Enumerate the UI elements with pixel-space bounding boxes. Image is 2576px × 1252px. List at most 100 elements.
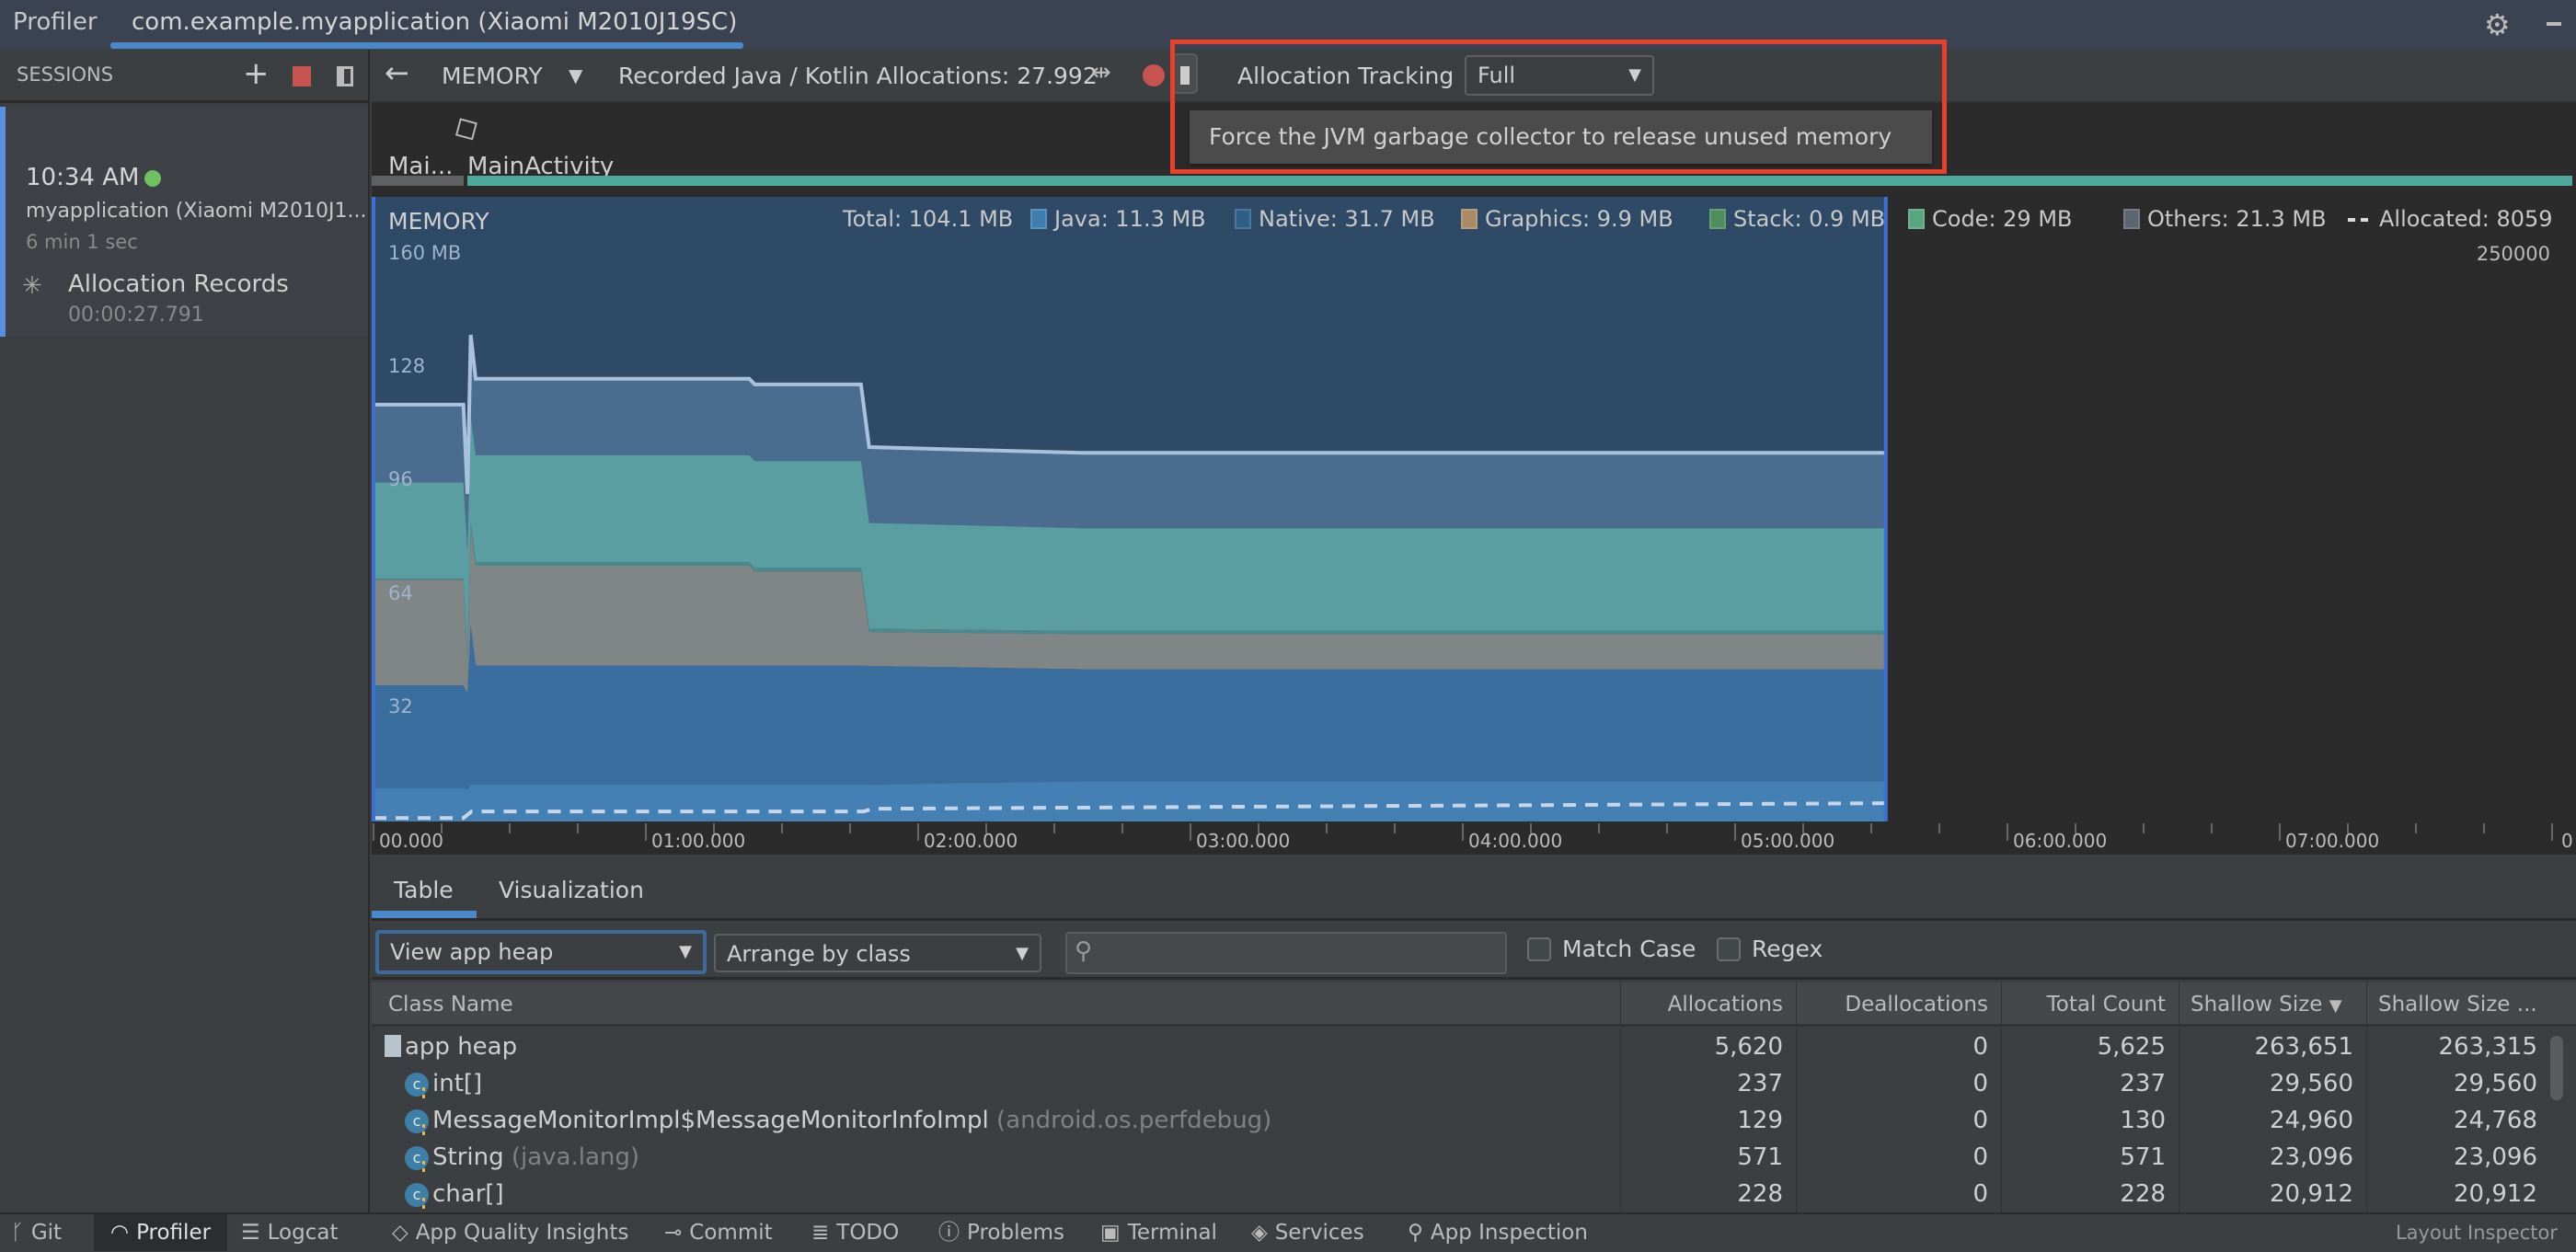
sort-desc-icon: ▼ <box>2329 996 2342 1016</box>
search-field[interactable] <box>1104 937 1500 969</box>
legend-swatch <box>1235 209 1251 229</box>
cell-shallow-size-2: 23,096 <box>2366 1139 2550 1176</box>
minimize-icon[interactable] <box>2547 22 2561 26</box>
cell-deallocations: 0 <box>1796 1065 2001 1102</box>
cell-deallocations: 0 <box>1796 1176 2001 1212</box>
chevron-down-icon[interactable]: ▼ <box>569 64 582 86</box>
tool-window-bar: Layout Inspector ᚴ Git ◠ Profiler ☰ Logcat ◇ Ap… <box>0 1212 2576 1252</box>
git-branch-icon: ᚴ <box>11 1221 24 1245</box>
activity-bar-main[interactable] <box>467 176 2572 186</box>
x-tick-label: 03:00.000 <box>1196 830 1291 852</box>
active-tab-indicator <box>372 911 477 918</box>
tool-window-logcat[interactable]: ☰ Logcat <box>241 1214 338 1251</box>
col-deallocations[interactable]: Deallocations <box>1796 982 2001 1027</box>
problems-icon: ⓘ <box>938 1221 960 1245</box>
class-icon: c <box>405 1108 429 1135</box>
chevron-down-icon: ▼ <box>1016 944 1029 963</box>
record-icon[interactable] <box>1143 64 1165 86</box>
layout-inspector[interactable]: Layout Inspector <box>2396 1214 2558 1251</box>
add-session-icon[interactable]: + <box>243 55 270 92</box>
tool-window-git[interactable]: ᚴ Git <box>11 1214 62 1251</box>
arrange-select[interactable]: Arrange by class ▼ <box>714 934 1041 972</box>
class-table[interactable]: app heap 5,620 0 5,625 263,651 263,315 c i… <box>372 1028 2576 1212</box>
highlight-box <box>1170 40 1947 174</box>
match-case-checkbox[interactable]: Match Case <box>1527 936 1696 962</box>
col-class-name[interactable]: Class Name <box>388 982 513 1027</box>
active-tab-indicator <box>110 42 743 49</box>
activity-bar-previous[interactable] <box>372 176 464 186</box>
sessions-header: SESSIONS <box>17 63 114 86</box>
search-icon: ⚲ <box>1075 937 1093 965</box>
table-row[interactable]: c MessageMonitorImpl$MessageMonitorInfoIm… <box>372 1102 2561 1139</box>
tool-window-services[interactable]: ◈ Services <box>1251 1214 1364 1251</box>
cell-total-count: 237 <box>2001 1065 2179 1102</box>
back-arrow-icon[interactable]: ← <box>385 55 409 90</box>
x-tick-label: 01:00.000 <box>651 830 746 852</box>
profiler-gauge-icon: ◠ <box>110 1221 130 1245</box>
session-live-indicator <box>144 170 161 187</box>
y-tick-label: 128 <box>388 355 426 378</box>
y-tick-label: 96 <box>388 468 413 491</box>
cell-total-count: 5,625 <box>2001 1028 2179 1065</box>
legend-swatch <box>1030 209 1047 229</box>
tab-table[interactable]: Table <box>394 877 454 903</box>
tool-window-terminal[interactable]: ▣ Terminal <box>1100 1214 1217 1251</box>
cell-total-count: 571 <box>2001 1139 2179 1176</box>
class-name: String <box>432 1143 504 1171</box>
regex-checkbox[interactable]: Regex <box>1717 936 1823 962</box>
cell-total-count: 130 <box>2001 1102 2179 1139</box>
heap-select[interactable]: View app heap ▼ <box>375 930 707 974</box>
y-tick-label: 64 <box>388 581 413 604</box>
heap-select-value: View app heap <box>390 939 554 965</box>
class-icon: c <box>405 1145 429 1172</box>
y-tick-label: 160 MB <box>388 242 462 264</box>
table-row[interactable]: c char[] 228 0 228 20,912 20,912 <box>372 1176 2561 1212</box>
legend-allocated: Allocated: 8059 <box>2348 206 2553 232</box>
tool-window-app-inspection[interactable]: ⚲ App Inspection <box>1408 1214 1588 1251</box>
terminal-icon: ▣ <box>1100 1221 1121 1245</box>
cell-deallocations: 0 <box>1796 1028 2001 1065</box>
tool-window-todo[interactable]: ≣ TODO <box>811 1214 899 1251</box>
table-row[interactable]: app heap 5,620 0 5,625 263,651 263,315 <box>372 1028 2561 1065</box>
inspection-icon: ⚲ <box>1408 1221 1423 1245</box>
col-allocations[interactable]: Allocations <box>1620 982 1796 1027</box>
cell-total-count: 228 <box>2001 1176 2179 1212</box>
recorded-allocations: Recorded Java / Kotlin Allocations: 27.9… <box>618 63 1098 89</box>
collapse-panel-icon[interactable] <box>337 66 353 86</box>
tab-visualization[interactable]: Visualization <box>499 877 644 903</box>
col-shallow-size[interactable]: Shallow Size ▼ <box>2179 982 2366 1027</box>
tool-window-commit[interactable]: ⊸ Commit <box>664 1214 773 1251</box>
cell-deallocations: 0 <box>1796 1102 2001 1139</box>
area-java <box>374 781 1885 821</box>
monitor-dropdown[interactable]: MEMORY <box>442 63 543 89</box>
zoom-to-selection-icon[interactable]: ⇹ <box>1091 59 1111 86</box>
tool-window-problems[interactable]: ⓘ Problems <box>938 1214 1064 1251</box>
tab-process[interactable]: com.example.myapplication (Xiaomi M2010J… <box>132 8 737 36</box>
list-icon: ≣ <box>811 1221 830 1245</box>
tool-window-app-quality-insights[interactable]: ◇ App Quality Insights <box>392 1214 628 1251</box>
legend-swatch <box>1461 209 1478 229</box>
allocation-records-item[interactable]: ✳ Allocation Records 00:00:27.791 <box>0 210 368 327</box>
gear-icon[interactable]: ⚙ <box>2484 7 2511 42</box>
table-row[interactable]: c String (java.lang) 571 0 571 23,096 23,… <box>372 1139 2561 1176</box>
y-tick-label: 32 <box>388 695 413 718</box>
cell-shallow-size-2: 29,560 <box>2366 1065 2550 1102</box>
rotation-event-icon[interactable]: ◇ <box>445 105 486 150</box>
x-tick-label: 07:00.000 <box>2285 830 2380 852</box>
y2-tick-label: 250000 <box>2476 243 2550 265</box>
memory-chart-svg[interactable] <box>372 197 2576 855</box>
table-row[interactable]: c int[] 237 0 237 29,560 29,560 <box>372 1065 2561 1102</box>
cell-shallow-size: 24,960 <box>2179 1102 2366 1139</box>
class-name: app heap <box>405 1033 518 1061</box>
tool-window-profiler[interactable]: ◠ Profiler <box>94 1214 228 1251</box>
cell-allocations: 228 <box>1620 1176 1796 1212</box>
arrange-select-value: Arrange by class <box>727 941 911 967</box>
selection-left-handle <box>372 197 375 821</box>
stop-session-icon[interactable] <box>293 66 311 86</box>
col-total-count[interactable]: Total Count <box>2001 982 2179 1027</box>
search-input[interactable]: ⚲ <box>1065 932 1507 974</box>
chart-title: MEMORY <box>388 208 489 235</box>
memory-chart[interactable]: MEMORY Total: 104.1 MB Java: 11.3 MB Nativ… <box>372 197 2576 855</box>
col-shallow-size-2[interactable]: Shallow Size ... <box>2366 982 2550 1027</box>
sessions-panel: SESSIONS + 10:34 AM myapplication (Xiaom… <box>0 50 370 1212</box>
